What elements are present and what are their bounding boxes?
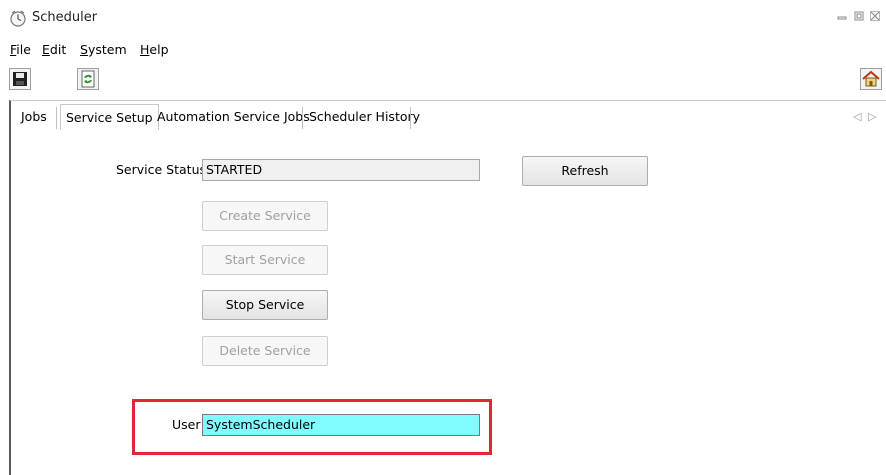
tab-separator bbox=[302, 107, 303, 129]
refresh-icon bbox=[81, 70, 95, 88]
refresh-button-main[interactable]: Refresh bbox=[522, 156, 648, 186]
home-button[interactable] bbox=[860, 68, 882, 90]
start-service-button[interactable]: Start Service bbox=[202, 245, 328, 275]
save-button[interactable] bbox=[9, 68, 31, 90]
tab-scroll-left-icon[interactable]: ◁ bbox=[853, 110, 861, 123]
tab-service-setup[interactable]: Service Setup bbox=[60, 104, 159, 130]
refresh-button[interactable] bbox=[77, 68, 99, 90]
tab-separator bbox=[56, 107, 57, 129]
user-label: User bbox=[172, 417, 201, 432]
tab-automation-service-jobs[interactable]: Automation Service Jobs bbox=[152, 104, 315, 130]
stop-service-button[interactable]: Stop Service bbox=[202, 290, 328, 320]
tab-separator bbox=[410, 107, 411, 129]
clock-icon bbox=[10, 10, 26, 27]
tab-jobs[interactable]: Jobs bbox=[16, 104, 52, 130]
menu-help[interactable]: Help bbox=[140, 42, 169, 57]
menu-system[interactable]: System bbox=[80, 42, 127, 57]
tab-scroll-right-icon[interactable]: ▷ bbox=[868, 110, 876, 123]
title-bar: Scheduler bbox=[0, 0, 886, 38]
toolbar bbox=[0, 62, 886, 100]
home-icon bbox=[862, 70, 880, 87]
user-field[interactable]: SystemScheduler bbox=[202, 414, 480, 436]
menu-bar: File Edit System Help bbox=[0, 38, 886, 62]
menu-edit[interactable]: Edit bbox=[42, 42, 66, 57]
service-status-field: STARTED bbox=[202, 159, 480, 181]
close-icon[interactable] bbox=[865, 8, 885, 26]
create-service-button[interactable]: Create Service bbox=[202, 201, 328, 231]
tab-scheduler-history[interactable]: Scheduler History bbox=[304, 104, 425, 130]
menu-file[interactable]: File bbox=[10, 42, 31, 57]
delete-service-button[interactable]: Delete Service bbox=[202, 336, 328, 366]
save-icon bbox=[13, 72, 27, 86]
window-title: Scheduler bbox=[32, 10, 98, 25]
service-status-label: Service Status bbox=[116, 162, 207, 177]
